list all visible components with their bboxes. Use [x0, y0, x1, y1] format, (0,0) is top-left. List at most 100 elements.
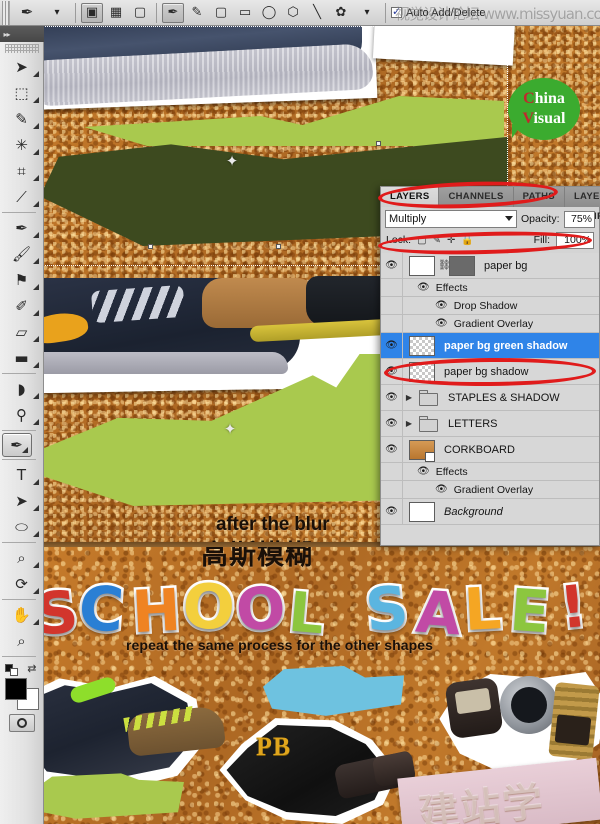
tool-submenu-indicator[interactable] — [32, 149, 39, 155]
tool-submenu-indicator[interactable] — [32, 419, 39, 425]
color-swatches[interactable] — [4, 678, 39, 710]
path-selection-tool[interactable]: ➤ — [2, 488, 42, 514]
tool-submenu-indicator[interactable] — [32, 123, 39, 129]
eraser-tool[interactable]: ▱ — [2, 319, 42, 345]
shape-layers-button[interactable]: ▣ — [81, 2, 103, 23]
options-bar[interactable]: ✒ ▾ ▣▦▢ ✒✎▢▭◯⬡╲✿ ▾ Auto Add/Delete 视觉设计论… — [0, 0, 600, 26]
effect-visibility-icon[interactable]: 👁 — [435, 318, 448, 329]
layer-effect-row[interactable]: 👁 Drop Shadow — [381, 297, 599, 315]
blend-mode-select[interactable]: Multiply — [385, 210, 517, 228]
layer-visibility-toggle[interactable] — [381, 315, 403, 332]
tool-submenu-indicator[interactable] — [32, 336, 39, 342]
layer-row[interactable]: 👁 CORKBOARD — [381, 437, 599, 463]
dodge-tool[interactable]: ⚲ — [2, 402, 42, 428]
paths-button[interactable]: ▦ — [105, 3, 127, 23]
toolbar-drag-handle[interactable] — [4, 44, 39, 53]
polygon-tool-button[interactable]: ⬡ — [282, 3, 304, 23]
layer-row[interactable]: 👁 ⛓ paper bg — [381, 253, 599, 279]
3d-rotate-tool[interactable]: ⟳ — [2, 571, 42, 597]
tool-submenu-indicator[interactable] — [32, 258, 39, 264]
tool-submenu-indicator[interactable] — [32, 562, 39, 568]
blend-mode-row[interactable]: Multiply Opacity: 75% — [381, 207, 599, 231]
tools-panel[interactable]: ▸▸ ➤ ⬚ ✎ ✳ ⌗ ⟋ ✒ 🖌 ⚑ ✐ ▱ ▬ ◗ ⚲ ✒ T ➤ ⬭ ⌕ ⟳ ✋ ⌕ ⇄ — [0, 26, 44, 824]
layers-panel[interactable]: LAYERSCHANNELSPATHSLAYER COMPS Multiply … — [380, 186, 600, 546]
layer-thumbnail[interactable] — [409, 501, 435, 522]
gradient-tool[interactable]: ▬ — [2, 345, 42, 371]
layer-effect-row[interactable]: 👁 Effects — [381, 279, 599, 297]
tool-submenu-indicator[interactable] — [32, 201, 39, 207]
lock-position-icon[interactable]: ✛ — [447, 235, 455, 246]
clone-stamp-tool[interactable]: ⚑ — [2, 267, 42, 293]
layer-effect-row[interactable]: 👁 Gradient Overlay — [381, 481, 599, 499]
tool-submenu-indicator[interactable] — [32, 619, 39, 625]
layer-visibility-toggle[interactable] — [381, 297, 403, 314]
layer-visibility-toggle[interactable] — [381, 279, 403, 296]
tool-submenu-indicator[interactable] — [32, 479, 39, 485]
tool-preset-dropdown[interactable]: ▾ — [44, 2, 70, 24]
horizontal-type-tool[interactable]: T — [2, 462, 42, 488]
layer-effect-row[interactable]: 👁 Effects — [381, 463, 599, 481]
tool-submenu-indicator[interactable] — [32, 97, 39, 103]
tool-submenu-indicator[interactable] — [32, 588, 39, 594]
layer-visibility-toggle[interactable]: 👁 — [381, 437, 403, 462]
toolbar-collapse-header[interactable]: ▸▸ — [0, 26, 44, 42]
layer-thumbnail[interactable] — [409, 361, 435, 382]
layer-effect-row[interactable]: 👁 Gradient Overlay — [381, 315, 599, 333]
panel-tab-paths[interactable]: PATHS — [513, 187, 565, 207]
collapse-icon[interactable]: ▸▸ — [4, 30, 11, 39]
move-tool[interactable]: ➤ — [2, 54, 42, 80]
layer-row[interactable]: 👁 ▶ STAPLES & SHADOW — [381, 385, 599, 411]
brush-tool[interactable]: 🖌 — [2, 241, 42, 267]
tool-preset-picker[interactable]: ✒ — [12, 2, 42, 24]
panel-tab-strip[interactable]: LAYERSCHANNELSPATHSLAYER COMPS — [381, 187, 600, 222]
rectangular-marquee-tool[interactable]: ⬚ — [2, 80, 42, 106]
magic-wand-tool[interactable]: ✳ — [2, 132, 42, 158]
notes-tool[interactable]: ⌕ — [2, 545, 42, 571]
foreground-color-swatch[interactable] — [4, 678, 27, 700]
tool-submenu-indicator[interactable] — [32, 232, 39, 238]
ellipse-shape-tool[interactable]: ⬭ — [2, 514, 42, 540]
rectangle-tool-button[interactable]: ▢ — [210, 3, 232, 23]
effect-visibility-icon[interactable]: 👁 — [417, 466, 430, 477]
hand-tool[interactable]: ✋ — [2, 602, 42, 628]
transform-handle[interactable] — [276, 244, 281, 249]
default-background-mini[interactable] — [9, 668, 18, 676]
layer-row[interactable]: 👁 paper bg shadow — [381, 359, 599, 385]
custom-shape-tool-button[interactable]: ✿ — [330, 3, 352, 23]
crop-tool[interactable]: ⌗ — [2, 158, 42, 184]
geometry-options-dropdown[interactable]: ▾ — [354, 2, 380, 24]
tool-submenu-indicator[interactable] — [21, 447, 28, 453]
ellipse-tool-button[interactable]: ◯ — [258, 3, 280, 23]
effect-visibility-icon[interactable]: 👁 — [435, 300, 448, 311]
tool-submenu-indicator[interactable] — [32, 393, 39, 399]
rounded-rectangle-tool-button[interactable]: ▭ — [234, 3, 256, 23]
swap-colors-icon[interactable]: ⇄ — [27, 662, 36, 675]
default-colors-and-swap[interactable]: ⇄ — [4, 662, 39, 676]
zoom-tool[interactable]: ⌕ — [2, 628, 42, 654]
mask-link-icon[interactable]: ⛓ — [438, 260, 451, 271]
lock-transparent-pixels-icon[interactable]: ▢ — [417, 235, 426, 246]
transform-handle[interactable] — [148, 244, 153, 249]
fill-pixels-button[interactable]: ▢ — [129, 3, 151, 23]
line-tool-button[interactable]: ╲ — [306, 3, 328, 23]
tool-submenu-indicator[interactable] — [32, 284, 39, 290]
lock-image-pixels-icon[interactable]: ✎ — [433, 235, 441, 246]
fill-input[interactable]: 100% — [556, 231, 594, 249]
group-disclosure-triangle[interactable]: ▶ — [403, 393, 415, 402]
layer-thumbnail[interactable] — [409, 255, 435, 276]
tool-submenu-indicator[interactable] — [32, 505, 39, 511]
panel-tab-layers[interactable]: LAYERS — [381, 187, 440, 207]
healing-brush-tool[interactable]: ✒ — [2, 215, 42, 241]
layer-thumbnail[interactable] — [409, 335, 435, 356]
layer-visibility-toggle[interactable] — [381, 481, 403, 498]
lock-all-icon[interactable]: 🔒 — [461, 235, 473, 246]
options-bar-grip[interactable] — [2, 0, 10, 25]
eyedropper-tool[interactable]: ⟋ — [2, 184, 42, 210]
layers-list[interactable]: 👁 ⛓ paper bg 👁 Effects 👁 Drop Shadow 👁 Gradient … — [381, 253, 599, 545]
tool-submenu-indicator[interactable] — [32, 531, 39, 537]
lock-row[interactable]: Lock: ▢ ✎ ✛ 🔒 Fill: 100% — [381, 231, 599, 249]
layer-visibility-toggle[interactable]: 👁 — [381, 385, 403, 410]
freeform-pen-tool-button[interactable]: ✎ — [186, 3, 208, 23]
panel-tab-channels[interactable]: CHANNELS — [439, 187, 514, 207]
history-brush-tool[interactable]: ✐ — [2, 293, 42, 319]
